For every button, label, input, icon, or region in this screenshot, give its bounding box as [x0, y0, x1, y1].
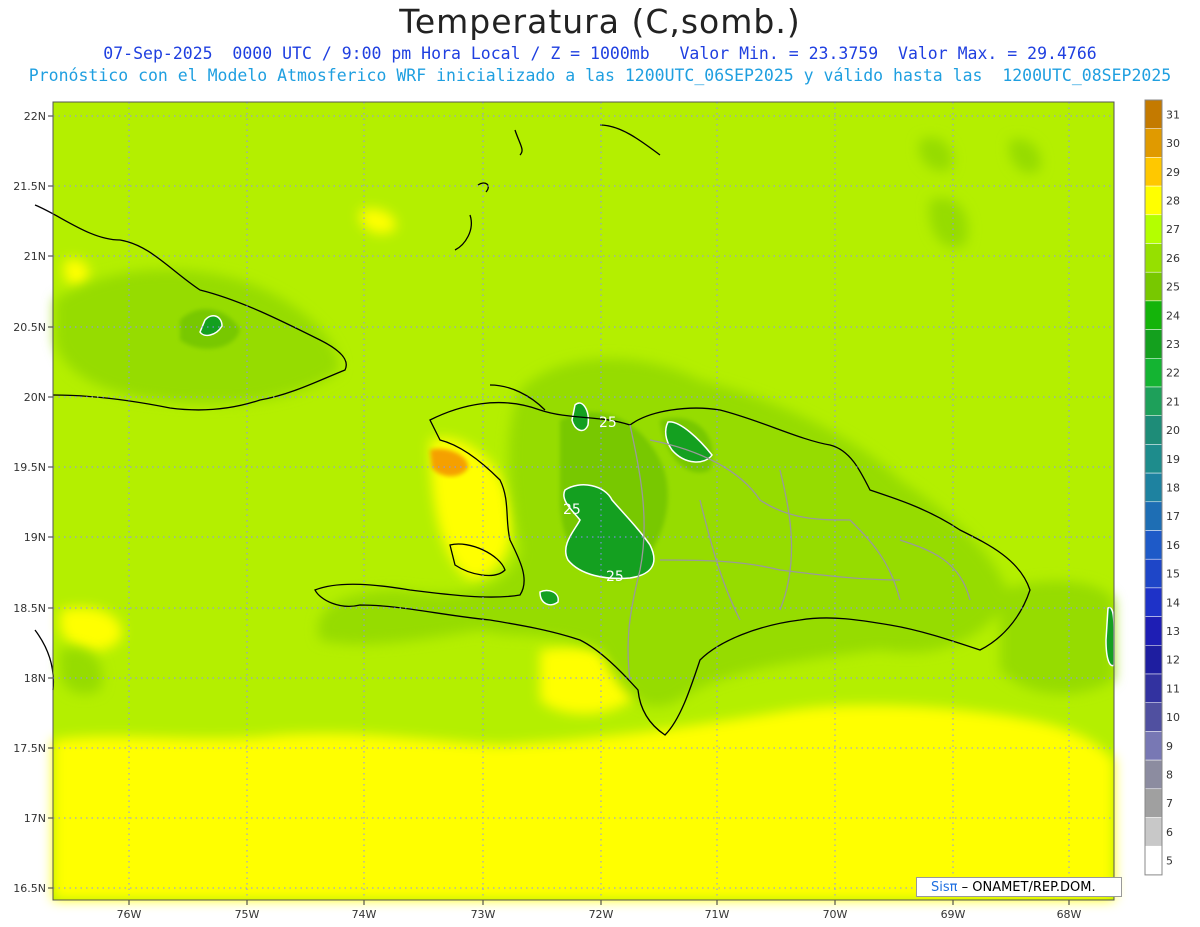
colorbar-label: 17 — [1166, 510, 1180, 523]
colorbar-label: 26 — [1166, 252, 1180, 265]
colorbar-label: 5 — [1166, 855, 1173, 868]
colorbar-swatch — [1144, 759, 1163, 790]
colorbar-label: 9 — [1166, 740, 1173, 753]
colorbar-label: 6 — [1166, 826, 1173, 839]
colorbar-swatch — [1144, 214, 1163, 244]
colorbar-label: 21 — [1166, 395, 1180, 408]
colorbar-swatch — [1144, 558, 1163, 589]
colorbar-swatch — [1144, 271, 1163, 302]
colorbar-label: 30 — [1166, 137, 1180, 150]
colorbar-label: 8 — [1166, 768, 1173, 781]
lat-label: 20N — [24, 391, 46, 404]
colorbar-label: 25 — [1166, 281, 1180, 294]
lat-label: 19.5N — [13, 461, 46, 474]
colorbar-swatch — [1144, 329, 1163, 359]
colorbar-swatch — [1144, 817, 1163, 847]
lon-label: 75W — [235, 908, 260, 921]
lat-label: 16.5N — [13, 882, 46, 895]
colorbar-swatch — [1144, 645, 1163, 675]
credit-box: Sisπ – ONAMET/REP.DOM. — [916, 877, 1122, 897]
colorbar-swatch — [1144, 472, 1163, 503]
colorbar-swatch — [1144, 99, 1163, 129]
lon-label: 76W — [117, 908, 142, 921]
colorbar-label: 13 — [1166, 625, 1180, 638]
colorbar-swatch — [1144, 358, 1163, 388]
colorbar-swatch — [1144, 157, 1163, 187]
colorbar-swatch — [1144, 128, 1163, 158]
credit-logo-text: Sisπ — [931, 880, 958, 895]
lat-label: 18.5N — [13, 602, 46, 615]
lat-label: 17N — [24, 812, 46, 825]
colorbar-swatch — [1144, 530, 1163, 560]
colorbar-swatch — [1144, 702, 1163, 732]
colorbar-label: 27 — [1166, 223, 1180, 236]
colorbar-swatch — [1144, 300, 1163, 330]
lon-label: 71W — [705, 908, 730, 921]
colorbar-label: 11 — [1166, 682, 1180, 695]
lat-label: 17.5N — [13, 742, 46, 755]
colorbar-swatch — [1144, 386, 1163, 416]
lat-label: 21.5N — [13, 180, 46, 193]
colorbar-label: 22 — [1166, 367, 1180, 380]
lon-label: 70W — [823, 908, 848, 921]
lat-label: 21N — [24, 250, 46, 263]
colorbar-swatch — [1144, 587, 1163, 617]
colorbar-label: 10 — [1166, 711, 1180, 724]
longitude-labels: 76W 75W 74W 73W 72W 71W 70W 69W 68W — [117, 908, 1082, 921]
colorbar-label: 23 — [1166, 338, 1180, 351]
lon-label: 72W — [589, 908, 614, 921]
colorbar-swatch — [1144, 185, 1163, 216]
colorbar-swatch — [1144, 731, 1163, 761]
contour-label: 25 — [563, 502, 581, 518]
credit-text: – ONAMET/REP.DOM. — [957, 880, 1096, 895]
colorbar-swatch — [1144, 673, 1163, 703]
colorbar-label: 20 — [1166, 424, 1180, 437]
contour-label: 25 — [599, 415, 617, 431]
colorbar-label: 19 — [1166, 453, 1180, 466]
colorbar-label: 16 — [1166, 539, 1180, 552]
colorbar-label: 18 — [1166, 481, 1180, 494]
colorbar-label: 24 — [1166, 309, 1180, 322]
colorbar-swatch — [1144, 616, 1163, 646]
colorbar-label: 7 — [1166, 797, 1173, 810]
colorbar-label: 15 — [1166, 568, 1180, 581]
lat-label: 22N — [24, 110, 46, 123]
colorbar-label: 14 — [1166, 596, 1180, 609]
colorbar-swatch — [1144, 845, 1163, 876]
lat-label: 18N — [24, 672, 46, 685]
colorbar-swatch — [1144, 501, 1163, 531]
latitude-labels: 22N 21.5N 21N 20.5N 20N 19.5N 19N 18.5N … — [13, 110, 46, 895]
temperature-map: 25 25 25 22N 21.5N 21N 20.5N 20N 19.5N 1… — [13, 99, 1180, 921]
contour-label: 25 — [606, 569, 624, 585]
colorbar: 31 30 29 28 27 26 25 24 23 22 21 20 19 18 17 16 15 14 13 12… — [1144, 99, 1180, 876]
colorbar-swatch — [1144, 243, 1163, 273]
colorbar-label: 29 — [1166, 166, 1180, 179]
lon-label: 73W — [471, 908, 496, 921]
lon-label: 69W — [941, 908, 966, 921]
lat-label: 19N — [24, 531, 46, 544]
colorbar-label: 28 — [1166, 194, 1180, 207]
colorbar-label: 12 — [1166, 654, 1180, 667]
lon-label: 74W — [352, 908, 377, 921]
colorbar-swatch — [1144, 444, 1163, 474]
colorbar-label: 31 — [1166, 108, 1180, 121]
colorbar-swatch — [1144, 415, 1163, 445]
lon-label: 68W — [1057, 908, 1082, 921]
colorbar-swatch — [1144, 788, 1163, 818]
lat-label: 20.5N — [13, 321, 46, 334]
